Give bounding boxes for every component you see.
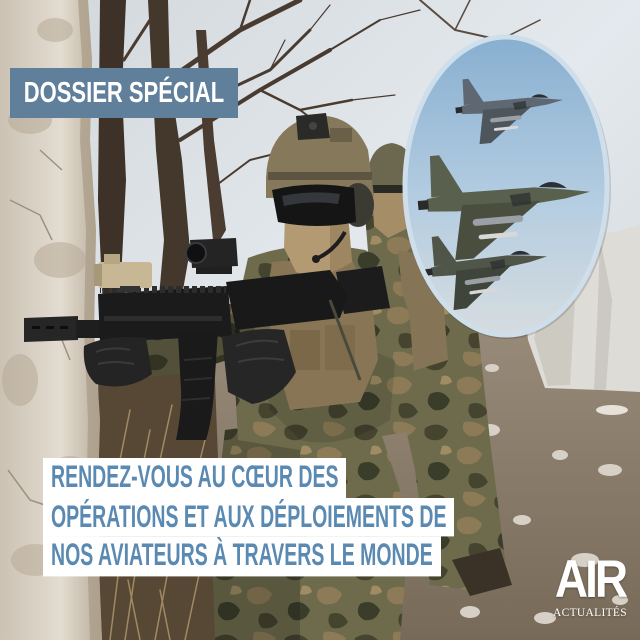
helmet-patch	[330, 128, 352, 142]
weapon-light-mount	[120, 286, 140, 292]
promo-card: DOSSIER SPÉCIAL RENDEZ-VOUS AU CŒUR DES …	[0, 0, 640, 640]
rifle-stock	[336, 266, 390, 314]
weapon-light	[98, 262, 152, 288]
rifle-side-rail	[104, 316, 222, 321]
air-actualites-logo: AIR ACTUALITÉS	[546, 552, 634, 620]
dossier-banner: DOSSIER SPÉCIAL	[10, 68, 238, 118]
rock	[460, 606, 480, 618]
weapon-light-switch	[104, 254, 120, 264]
headline-line-2: OPÉRATIONS ET AUX DÉPLOIEMENTS DE	[43, 497, 455, 537]
helmet-rail	[268, 172, 372, 180]
rifle-sight-lens	[185, 242, 207, 264]
headline-line-1: RENDEZ-VOUS AU CŒUR DES	[43, 458, 347, 498]
rock	[598, 464, 622, 476]
headline: RENDEZ-VOUS AU CŒUR DES OPÉRATIONS ET AU…	[43, 458, 455, 577]
flash-hider-slot	[60, 326, 68, 329]
weapon-light-lens	[94, 264, 102, 286]
nvg-mount-knob	[309, 122, 317, 130]
logo-tagline: ACTUALITÉS	[553, 607, 627, 619]
rock	[552, 450, 568, 460]
rock	[485, 364, 499, 372]
rock	[513, 515, 531, 525]
flash-hider-slot	[32, 326, 40, 329]
logo-wordmark: AIR	[554, 548, 628, 609]
pouch	[325, 325, 355, 370]
headline-line-3: NOS AVIATEURS À TRAVERS LE MONDE	[43, 536, 441, 577]
rifle-barrel-nut	[76, 320, 100, 338]
pouch	[290, 330, 320, 370]
rock	[596, 405, 628, 415]
banner-label: DOSSIER SPÉCIAL	[23, 76, 225, 109]
flash-hider-slot	[46, 326, 54, 329]
microphone	[312, 255, 320, 263]
